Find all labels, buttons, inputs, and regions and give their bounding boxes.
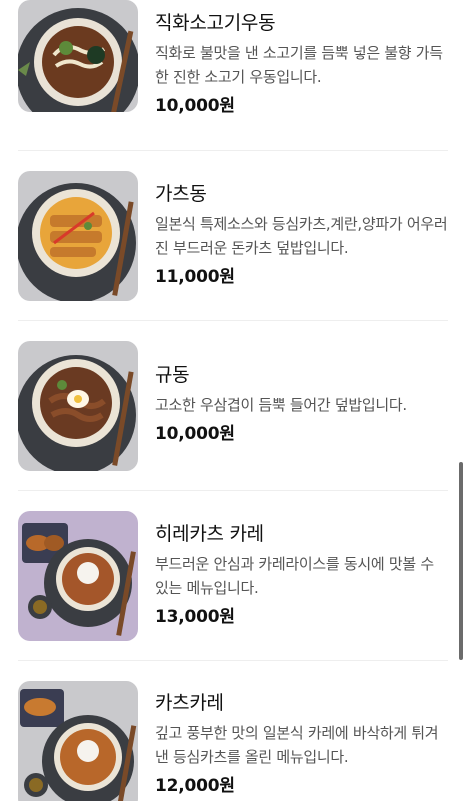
scrollbar[interactable] bbox=[459, 462, 463, 660]
menu-item-price: 12,000원 bbox=[155, 776, 235, 796]
menu-item-info: 가츠동 일본식 특제소스와 등심카츠,계란,양파가 어우러진 부드러운 돈카츠 … bbox=[155, 182, 448, 288]
katsudon-bowl-image bbox=[18, 171, 138, 301]
menu-item-name: 카츠카레 bbox=[155, 692, 224, 714]
menu-item-price: 10,000원 bbox=[155, 424, 235, 444]
menu-item-description: 고소한 우삼겹이 듬뿍 들어간 덮밥입니다. bbox=[155, 396, 407, 414]
menu-item-info: 규동 고소한 우삼겹이 듬뿍 들어간 덮밥입니다. 10,000원 bbox=[155, 363, 448, 445]
menu-item-description: 직화로 불맛을 낸 소고기를 듬뿍 넣은 불향 가득한 진한 소고기 우동입니다… bbox=[155, 44, 443, 86]
udon-bowl-image bbox=[18, 0, 138, 112]
hire-katsu-curry-image bbox=[18, 511, 138, 641]
menu-item-name: 규동 bbox=[155, 364, 190, 386]
menu-item-info: 히레카츠 카레 부드러운 안심과 카레라이스를 동시에 맛볼 수 있는 메뉴입니… bbox=[155, 522, 448, 628]
menu-item-katsudon[interactable]: 가츠동 일본식 특제소스와 등심카츠,계란,양파가 어우러진 부드러운 돈카츠 … bbox=[0, 151, 466, 321]
menu-item-info: 직화소고기우동 직화로 불맛을 낸 소고기를 듬뿍 넣은 불향 가득한 진한 소… bbox=[155, 11, 448, 117]
menu-item-udon[interactable]: 직화소고기우동 직화로 불맛을 낸 소고기를 듬뿍 넣은 불향 가득한 진한 소… bbox=[0, 0, 466, 151]
menu-item-description: 부드러운 안심과 카레라이스를 동시에 맛볼 수 있는 메뉴입니다. bbox=[155, 555, 434, 597]
menu-item-name: 히레카츠 카레 bbox=[155, 523, 264, 545]
menu-item-description: 일본식 특제소스와 등심카츠,계란,양파가 어우러진 부드러운 돈카츠 덮밥입니… bbox=[155, 215, 448, 257]
menu-item-gyudon[interactable]: 규동 고소한 우삼겹이 듬뿍 들어간 덮밥입니다. 10,000원 bbox=[0, 321, 466, 491]
menu-item-price: 11,000원 bbox=[155, 267, 235, 287]
menu-item-info: 카츠카레 깊고 풍부한 맛의 일본식 카레에 바삭하게 튀겨낸 등심카츠를 올린… bbox=[155, 691, 448, 797]
katsu-curry-image bbox=[18, 681, 138, 801]
menu-item-price: 13,000원 bbox=[155, 607, 235, 627]
menu-item-hire-katsu-curry[interactable]: 히레카츠 카레 부드러운 안심과 카레라이스를 동시에 맛볼 수 있는 메뉴입니… bbox=[0, 491, 466, 661]
menu-item-name: 가츠동 bbox=[155, 183, 207, 205]
menu-item-katsu-curry[interactable]: 카츠카레 깊고 풍부한 맛의 일본식 카레에 바삭하게 튀겨낸 등심카츠를 올린… bbox=[0, 661, 466, 801]
menu-item-description: 깊고 풍부한 맛의 일본식 카레에 바삭하게 튀겨낸 등심카츠를 올린 메뉴입니… bbox=[155, 724, 439, 766]
menu-item-price: 10,000원 bbox=[155, 96, 235, 116]
gyudon-bowl-image bbox=[18, 341, 138, 471]
menu-item-name: 직화소고기우동 bbox=[155, 12, 276, 34]
